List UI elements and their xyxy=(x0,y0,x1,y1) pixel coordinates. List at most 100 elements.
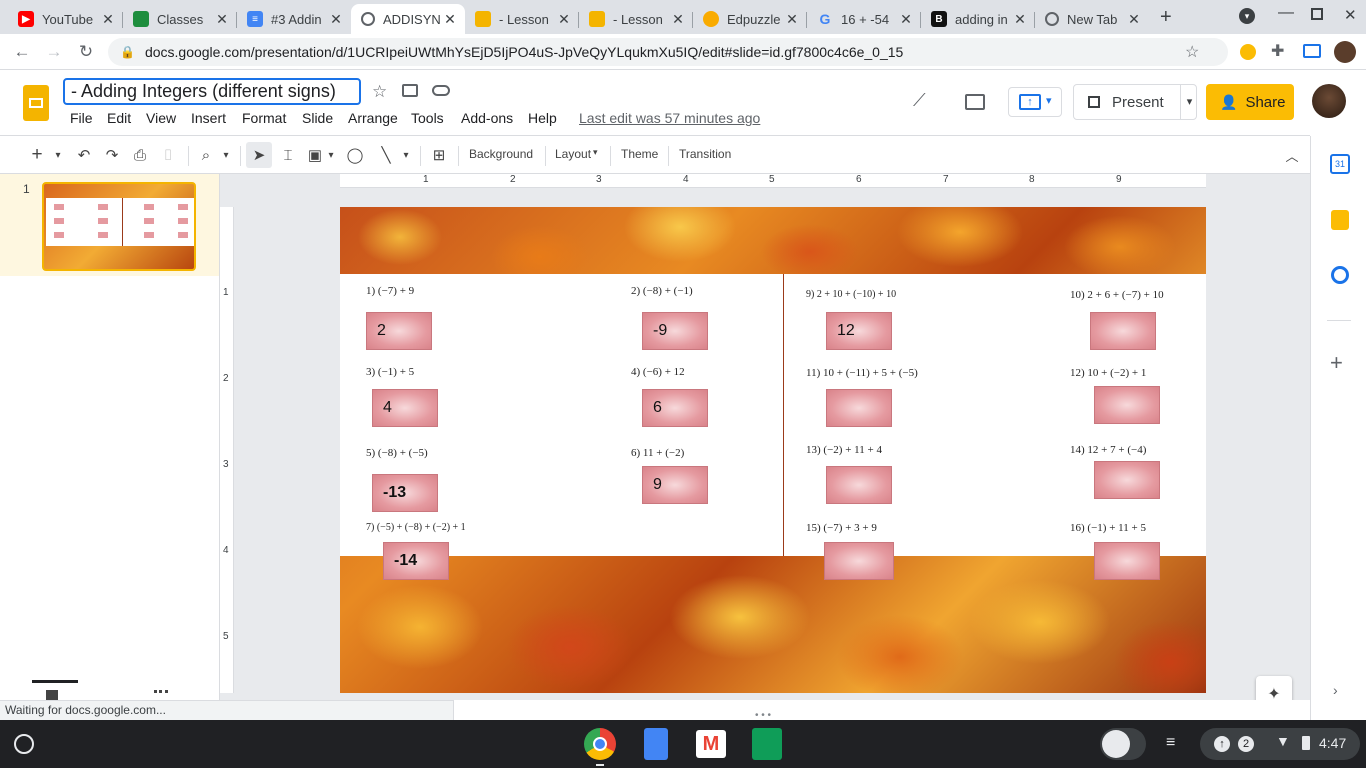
browser-tab-active[interactable]: ADDISYN ✕ xyxy=(351,4,465,34)
cloud-status-icon[interactable] xyxy=(432,85,450,96)
answer-box-7[interactable]: -14 xyxy=(383,542,449,580)
answer-box-10[interactable] xyxy=(1090,312,1156,350)
layout-button[interactable]: Layout xyxy=(555,147,591,161)
docs-app-icon[interactable] xyxy=(644,728,668,760)
close-tab-icon[interactable]: ✕ xyxy=(897,11,915,28)
browser-tab[interactable]: G 16 + -54 ✕ xyxy=(807,4,921,34)
forward-icon[interactable]: → xyxy=(42,40,66,64)
extensions-puzzle-icon[interactable]: ✚ xyxy=(1271,41,1284,61)
browser-tab[interactable]: New Tab ✕ xyxy=(1035,4,1149,34)
get-addons-plus-icon[interactable]: + xyxy=(1330,350,1343,376)
menu-view[interactable]: View xyxy=(146,110,176,126)
grid-view-icon[interactable] xyxy=(154,690,168,700)
close-tab-icon[interactable]: ✕ xyxy=(213,11,231,28)
answer-box-16[interactable] xyxy=(1094,542,1160,580)
browser-tab[interactable]: Classes ✕ xyxy=(123,4,237,34)
reload-icon[interactable]: ↻ xyxy=(74,40,98,64)
menu-tools[interactable]: Tools xyxy=(411,110,444,126)
close-window-icon[interactable]: ✕ xyxy=(1344,6,1357,24)
slide-thumbnail[interactable] xyxy=(42,182,196,271)
close-tab-icon[interactable]: ✕ xyxy=(327,11,345,28)
close-tab-icon[interactable]: ✕ xyxy=(1125,11,1143,28)
transition-button[interactable]: Transition xyxy=(679,147,731,161)
move-folder-icon[interactable] xyxy=(402,84,418,97)
answer-box-4[interactable]: 6 xyxy=(642,389,708,427)
answer-box-6[interactable]: 9 xyxy=(642,466,708,504)
close-tab-icon[interactable]: ✕ xyxy=(783,11,801,28)
worksheet-image[interactable] xyxy=(340,274,1206,556)
keep-icon[interactable] xyxy=(1331,210,1349,230)
browser-tab[interactable]: - Lesson ✕ xyxy=(579,4,693,34)
undo-icon[interactable]: ↶ xyxy=(74,144,94,166)
add-comment-icon[interactable]: ⊞ xyxy=(429,144,449,166)
new-tab-icon[interactable]: + xyxy=(1160,6,1172,29)
extension-pac-icon[interactable] xyxy=(1240,44,1256,60)
meet-present-button[interactable]: ↑ ▾ xyxy=(1008,87,1062,117)
filmstrip-view-icon[interactable] xyxy=(46,690,58,700)
answer-box-2[interactable]: -9 xyxy=(642,312,708,350)
chrome-app-icon[interactable] xyxy=(584,728,616,760)
answer-box-12[interactable] xyxy=(1094,386,1160,424)
collapse-toolbar-chevron-icon[interactable]: ︿ xyxy=(1282,144,1302,166)
launcher-icon[interactable] xyxy=(14,734,34,754)
select-cursor-icon[interactable]: ➤ xyxy=(246,142,272,168)
close-tab-icon[interactable]: ✕ xyxy=(555,11,573,28)
browser-tab[interactable]: - Lesson ✕ xyxy=(465,4,579,34)
gmail-app-icon[interactable]: M xyxy=(696,730,726,758)
answer-box-1[interactable]: 2 xyxy=(366,312,432,350)
menu-file[interactable]: File xyxy=(70,110,93,126)
answer-box-3[interactable]: 4 xyxy=(372,389,438,427)
last-edit-link[interactable]: Last edit was 57 minutes ago xyxy=(579,110,760,126)
line-chevron-icon[interactable]: ▾ xyxy=(400,144,412,166)
tab-search-icon[interactable]: ▾ xyxy=(1239,8,1255,24)
profile-avatar[interactable] xyxy=(1334,41,1356,63)
minimize-icon[interactable]: — xyxy=(1278,4,1294,22)
tasks-icon[interactable] xyxy=(1331,266,1349,284)
redo-icon[interactable]: ↷ xyxy=(102,144,122,166)
browser-tab[interactable]: B adding in ✕ xyxy=(921,4,1035,34)
menu-insert[interactable]: Insert xyxy=(191,110,226,126)
image-icon[interactable]: ▣ xyxy=(306,144,324,166)
slide[interactable]: 1) (−7) + 9 2 2) (−8) + (−1) -9 3) (−1) … xyxy=(340,207,1206,693)
menu-help[interactable]: Help xyxy=(528,110,557,126)
answer-box-11[interactable] xyxy=(826,389,892,427)
answer-box-5[interactable]: -13 xyxy=(372,474,438,512)
answer-box-13[interactable] xyxy=(826,466,892,504)
new-slide-layout-chevron-icon[interactable]: ▾ xyxy=(52,144,64,166)
expand-side-panel-chevron-icon[interactable]: › xyxy=(1333,682,1338,698)
comments-icon[interactable] xyxy=(965,94,985,110)
answer-box-14[interactable] xyxy=(1094,461,1160,499)
background-button[interactable]: Background xyxy=(469,147,533,161)
back-icon[interactable]: ← xyxy=(10,40,34,64)
close-tab-icon[interactable]: ✕ xyxy=(99,11,117,28)
paint-format-icon[interactable]: ⌷ xyxy=(158,144,178,166)
slides-logo-icon[interactable] xyxy=(23,85,49,121)
browser-tab[interactable]: Edpuzzle ✕ xyxy=(693,4,807,34)
close-tab-icon[interactable]: ✕ xyxy=(1011,11,1029,28)
menu-slide[interactable]: Slide xyxy=(302,110,333,126)
answer-box-9[interactable]: 12 xyxy=(826,312,892,350)
sheets-app-icon[interactable] xyxy=(752,728,782,760)
text-box-icon[interactable]: ⌶ xyxy=(278,144,298,166)
bookmark-star-icon[interactable]: ☆ xyxy=(1185,42,1199,62)
close-tab-icon[interactable]: ✕ xyxy=(669,11,687,28)
star-icon[interactable]: ☆ xyxy=(372,82,387,102)
print-icon[interactable]: ⎙ xyxy=(130,144,150,166)
answer-box-15[interactable] xyxy=(824,542,894,580)
present-options-chevron-icon[interactable]: ▾ xyxy=(1179,84,1192,120)
theme-button[interactable]: Theme xyxy=(621,147,658,161)
presentation-title-input[interactable]: - Adding Integers (different signs) xyxy=(63,78,361,105)
present-button[interactable]: Present ▾ xyxy=(1073,84,1197,120)
shape-icon[interactable]: ◯ xyxy=(345,144,365,166)
browser-tab[interactable]: ≡ #3 Addin ✕ xyxy=(237,4,351,34)
zoom-icon[interactable]: ⌕ xyxy=(196,144,216,166)
browser-tab[interactable]: ▶ YouTube ✕ xyxy=(8,4,123,34)
zoom-chevron-icon[interactable]: ▾ xyxy=(220,144,232,166)
menu-addons[interactable]: Add-ons xyxy=(461,110,513,126)
menu-arrange[interactable]: Arrange xyxy=(348,110,398,126)
new-slide-icon[interactable]: + xyxy=(28,144,46,166)
restore-icon[interactable] xyxy=(1311,8,1323,20)
activity-trend-icon[interactable]: ⟋ xyxy=(913,90,926,111)
media-controls-icon[interactable]: ≡ xyxy=(1166,734,1175,752)
holding-space-tray[interactable] xyxy=(1100,728,1146,760)
